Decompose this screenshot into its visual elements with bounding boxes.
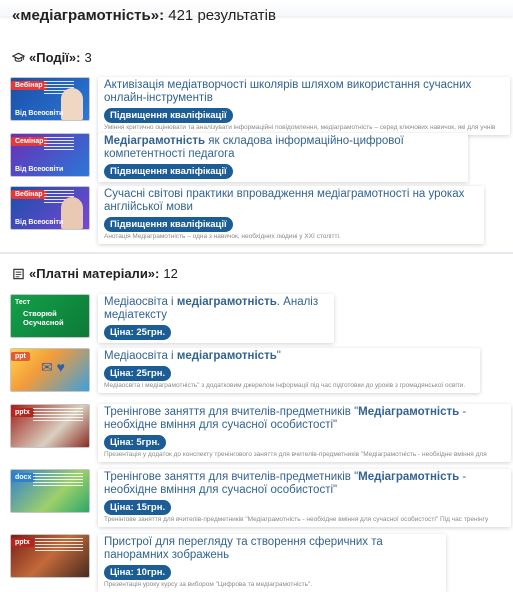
section-divider xyxy=(0,252,513,254)
title-highlight: медіаграмотність xyxy=(176,296,277,308)
thumb-tag: ppt xyxy=(11,352,30,361)
material-title[interactable]: Медіаосвіта і медіаграмотність" xyxy=(104,350,474,363)
title-highlight: медіаграмотність xyxy=(176,350,277,362)
thumb-tag: pptx xyxy=(11,538,34,547)
events-section-header: «Події»: 3 xyxy=(12,50,92,65)
results-summary: «медіаграмотність»: 421 результатів xyxy=(12,7,276,24)
material-thumbnail[interactable]: pptx xyxy=(10,534,90,578)
thumb-from: Від Всеосвіти xyxy=(15,166,64,173)
thumb-tag: Вебінар xyxy=(11,190,47,199)
event-title[interactable]: Сучасні світові практики впровадження ме… xyxy=(104,188,478,214)
social-icons: ✉ ♥ xyxy=(41,359,65,375)
thumb-text-lines xyxy=(44,137,74,151)
title-rest: " xyxy=(276,350,281,362)
event-description: Уміння критично оцінювати та аналізувати… xyxy=(104,124,496,131)
price-badge: Ціна: 5грн. xyxy=(104,435,166,450)
paid-count: 12 xyxy=(163,266,178,281)
event-thumbnail[interactable]: Вебінар Від Всеосвіти xyxy=(10,77,90,121)
event-title[interactable]: Медіаграмотність як складова інформаційн… xyxy=(104,135,462,161)
results-count: 421 результатів xyxy=(168,7,276,24)
thumb-text-lines xyxy=(33,408,83,422)
event-thumbnail[interactable]: Семінар Від Всеосвіти xyxy=(10,133,90,177)
thumb-tag: docx xyxy=(11,473,36,482)
event-card[interactable]: Сучасні світові практики впровадження ме… xyxy=(98,186,484,244)
price-badge: Ціна: 25грн. xyxy=(104,366,172,381)
title-pre: Тренінгове заняття для вчителів-предметн… xyxy=(104,471,359,483)
material-description: Медіаосвіта і медіаграмотність" з додатк… xyxy=(104,382,466,389)
thumb-from: Від Всеосвіти xyxy=(15,110,64,117)
event-badge: Підвищення кваліфікації xyxy=(104,217,233,232)
thumb-tag: Вебінар xyxy=(11,81,47,90)
material-thumbnail[interactable]: pptx xyxy=(10,404,90,448)
thumb-text-lines xyxy=(35,538,83,552)
material-title[interactable]: Тренінгове заняття для вчителів-предметн… xyxy=(104,406,505,432)
material-description: Тренінгове заняття для вчителів-предметн… xyxy=(104,516,489,523)
event-badge: Підвищення кваліфікації xyxy=(104,164,233,179)
paid-label: «Платні матеріали»: xyxy=(29,266,160,281)
event-card[interactable]: Медіаграмотність як складова інформаційн… xyxy=(98,133,468,182)
price-badge: Ціна: 10грн. xyxy=(104,565,172,580)
material-thumbnail[interactable]: ppt ✉ ♥ xyxy=(10,348,90,392)
material-thumbnail[interactable]: docx xyxy=(10,469,90,513)
title-highlight: Медіаграмотність xyxy=(104,135,206,147)
event-description: Анотація Медіаграмотність – одна з навич… xyxy=(104,233,341,240)
material-description: Презентація уроку курсу за вибором "Цифр… xyxy=(104,581,313,588)
thumb-from: Від Всеосвіти xyxy=(15,219,64,226)
material-description: Презентація у додаток до конспекту трені… xyxy=(104,451,487,458)
price-badge: Ціна: 15грн. xyxy=(104,500,172,515)
thumb-tag: pptx xyxy=(11,408,34,417)
document-icon xyxy=(13,268,24,279)
title-pre: Тренінгове заняття для вчителів-предметн… xyxy=(104,406,359,418)
title-highlight: Медіаграмотність xyxy=(358,406,460,418)
material-card[interactable]: Медіаосвіта і медіаграмотність. Аналіз м… xyxy=(98,294,334,343)
events-label: «Події»: xyxy=(29,50,81,65)
material-card[interactable]: Тренінгове заняття для вчителів-предметн… xyxy=(98,469,511,527)
material-card[interactable]: Тренінгове заняття для вчителів-предметн… xyxy=(98,404,511,462)
search-query: «медіаграмотність»: xyxy=(12,7,165,24)
material-title[interactable]: Тренінгове заняття для вчителів-предметн… xyxy=(104,471,505,497)
material-card[interactable]: Медіаосвіта і медіаграмотність" Ціна: 25… xyxy=(98,348,480,393)
price-badge: Ціна: 25грн. xyxy=(104,325,172,340)
title-pre: Медіаосвіта і xyxy=(104,350,177,362)
material-title[interactable]: Медіаосвіта і медіаграмотність. Аналіз м… xyxy=(104,296,328,322)
thumb-tag: Тест xyxy=(15,299,31,306)
event-title[interactable]: Активізація медіатворчості школярів шлях… xyxy=(104,79,504,105)
title-pre: Медіаосвіта і xyxy=(104,296,177,308)
event-thumbnail[interactable]: Вебінар Від Всеосвіти xyxy=(10,186,90,230)
thumb-tag: Семінар xyxy=(11,137,48,146)
title-highlight: Медіаграмотність xyxy=(358,471,460,483)
event-badge: Підвищення кваліфікації xyxy=(104,108,233,123)
material-thumbnail[interactable]: Тест Створюй Осучасной xyxy=(10,294,90,338)
thumb-text-lines xyxy=(33,473,83,487)
graduation-cap-icon xyxy=(12,52,25,62)
event-card[interactable]: Активізація медіатворчості школярів шлях… xyxy=(98,77,510,135)
events-count: 3 xyxy=(84,50,92,65)
thumb-text: Створюй Осучасной xyxy=(23,309,64,327)
material-card[interactable]: Пристрої для перегляду та створення сфер… xyxy=(98,534,446,592)
paid-section-header: «Платні матеріали»: 12 xyxy=(12,266,178,281)
speaker-photo xyxy=(61,88,83,120)
material-title[interactable]: Пристрої для перегляду та створення сфер… xyxy=(104,536,440,562)
speaker-photo xyxy=(61,197,83,229)
